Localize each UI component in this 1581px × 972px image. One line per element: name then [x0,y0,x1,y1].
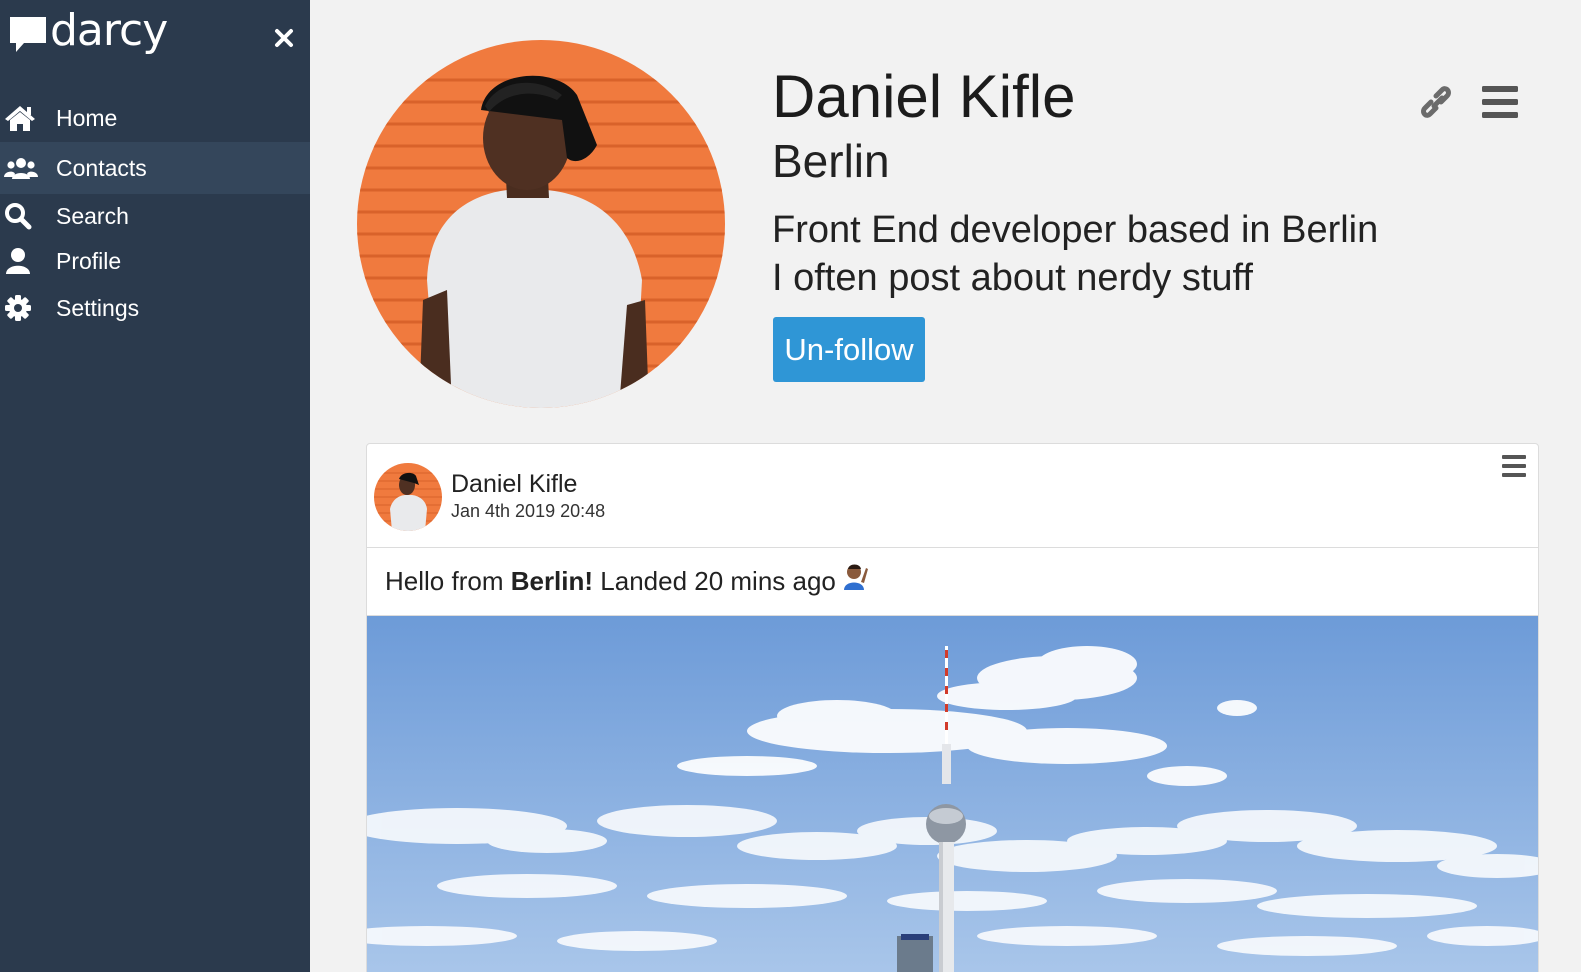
sidebar-nav: Home Contacts Search Profile Settings [0,94,310,332]
profile-avatar [357,40,725,408]
post-card: Daniel Kifle Jan 4th 2019 20:48 Hello fr… [366,443,1539,972]
hamburger-icon [1502,455,1526,477]
bio-line: I often post about nerdy stuff [772,257,1253,299]
brand-logo[interactable]: darcy [8,6,168,60]
sidebar-item-label: Search [56,202,129,229]
post-image[interactable] [367,616,1538,972]
profile-name: Daniel Kifle [772,63,1076,130]
home-icon [4,103,40,133]
profile-city: Berlin [772,135,890,187]
sidebar-item-profile[interactable]: Profile [0,238,310,284]
post-header: Daniel Kifle Jan 4th 2019 20:48 [367,444,1538,548]
post-text-part: Landed 20 mins ago [593,566,836,596]
post-timestamp: Jan 4th 2019 20:48 [451,501,606,521]
link-icon [1421,86,1451,118]
post-text-part: Hello from [385,566,511,596]
unfollow-button[interactable]: Un-follow [773,317,925,382]
post-text-bold: Berlin! [510,566,594,596]
sidebar: darcy Home Contacts Search Profile Setti… [0,0,310,972]
raising-hand-emoji-icon [842,562,868,597]
chat-bubble-icon [10,17,46,52]
post-author-avatar[interactable] [374,463,442,531]
sidebar-item-settings[interactable]: Settings [0,284,310,332]
brand-name: darcy [50,5,168,56]
bio-line: Front End developer based in Berlin [772,209,1379,251]
profile-icon [4,246,40,276]
sidebar-item-label: Contacts [56,154,147,181]
profile-menu-button[interactable] [1480,84,1520,120]
sidebar-item-label: Profile [56,247,122,274]
sidebar-item-contacts[interactable]: Contacts [0,142,310,194]
sidebar-item-search[interactable]: Search [0,194,310,238]
sidebar-item-label: Settings [56,294,140,321]
contacts-icon [4,153,40,183]
hamburger-icon [1482,86,1518,118]
copy-link-button[interactable] [1414,80,1458,124]
settings-icon [4,293,40,323]
close-icon [275,29,293,47]
search-icon [4,201,40,231]
profile-bio: Front End developer based in Berlin I of… [772,206,1378,302]
post-menu-button[interactable] [1501,454,1527,478]
sidebar-item-home[interactable]: Home [0,94,310,142]
post-text: Hello from Berlin! Landed 20 mins ago [367,548,1538,616]
sidebar-item-label: Home [56,104,118,131]
post-author-name[interactable]: Daniel Kifle [451,470,577,499]
close-sidebar-button[interactable] [270,24,298,52]
